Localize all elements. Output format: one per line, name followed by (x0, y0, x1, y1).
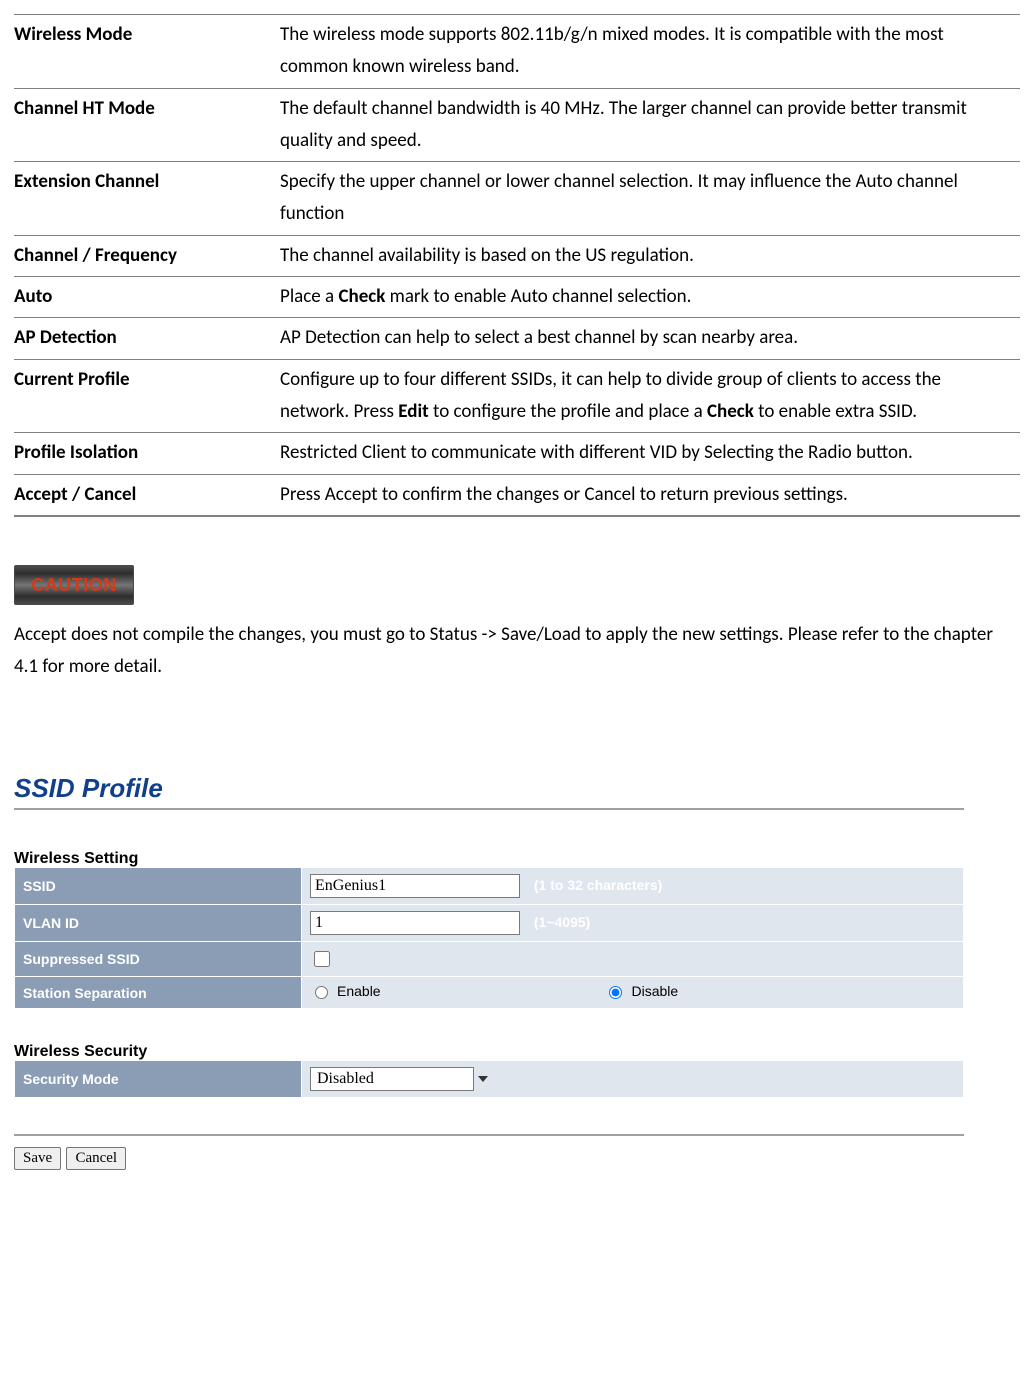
definition-description: Configure up to four different SSIDs, it… (280, 359, 1020, 433)
row-security-mode: Security Mode Disabled (15, 1061, 964, 1098)
suppressed-ssid-checkbox[interactable] (314, 951, 330, 967)
ssid-profile-panel: SSID Profile Wireless Setting SSID (1 to… (14, 773, 964, 1170)
row-ssid: SSID (1 to 32 characters) (15, 868, 964, 905)
caution-block: CAUTION Accept does not compile the chan… (14, 565, 1020, 684)
label-security-mode: Security Mode (15, 1061, 302, 1098)
row-station-separation: Station Separation Enable Disable (15, 977, 964, 1009)
ssid-input[interactable] (310, 874, 520, 898)
definition-description: AP Detection can help to select a best c… (280, 318, 1020, 359)
station-separation-disable-label: Disable (631, 983, 678, 999)
table-row: AP DetectionAP Detection can help to sel… (14, 318, 1020, 359)
row-suppressed-ssid: Suppressed SSID (15, 942, 964, 977)
bottom-divider (14, 1134, 964, 1136)
definition-label: Wireless Mode (14, 15, 280, 89)
save-button[interactable]: Save (14, 1147, 61, 1170)
definition-label: AP Detection (14, 318, 280, 359)
hint-vlan: (1~4095) (534, 914, 590, 930)
table-row: Wireless ModeThe wireless mode supports … (14, 15, 1020, 89)
wireless-setting-table: SSID (1 to 32 characters) VLAN ID (1~409… (14, 867, 964, 1009)
table-row: Accept / CancelPress Accept to confirm t… (14, 474, 1020, 516)
definition-label: Profile Isolation (14, 433, 280, 474)
row-vlan-id: VLAN ID (1~4095) (15, 905, 964, 942)
cancel-button[interactable]: Cancel (66, 1147, 126, 1170)
label-vlan-id: VLAN ID (15, 905, 302, 942)
definition-description: Restricted Client to communicate with di… (280, 433, 1020, 474)
definition-label: Channel HT Mode (14, 88, 280, 162)
table-row: Extension ChannelSpecify the upper chann… (14, 162, 1020, 236)
definition-label: Current Profile (14, 359, 280, 433)
label-ssid: SSID (15, 868, 302, 905)
wireless-security-table: Security Mode Disabled (14, 1060, 964, 1098)
definition-description: The wireless mode supports 802.11b/g/n m… (280, 15, 1020, 89)
hint-ssid: (1 to 32 characters) (534, 877, 662, 893)
caution-text: Accept does not compile the changes, you… (14, 619, 1020, 684)
table-row: Channel HT ModeThe default channel bandw… (14, 88, 1020, 162)
table-row: Channel / FrequencyThe channel availabil… (14, 235, 1020, 276)
station-separation-enable-radio[interactable] (315, 986, 328, 999)
title-divider (14, 808, 964, 810)
caution-badge: CAUTION (14, 565, 134, 605)
definition-description: Press Accept to confirm the changes or C… (280, 474, 1020, 516)
chevron-down-icon (474, 1068, 492, 1090)
section-heading-wireless-setting: Wireless Setting (14, 850, 964, 868)
definition-label: Extension Channel (14, 162, 280, 236)
table-row: Profile IsolationRestricted Client to co… (14, 433, 1020, 474)
definition-description: The channel availability is based on the… (280, 235, 1020, 276)
definition-description: Place a Check mark to enable Auto channe… (280, 277, 1020, 318)
definition-description: The default channel bandwidth is 40 MHz.… (280, 88, 1020, 162)
label-suppressed-ssid: Suppressed SSID (15, 942, 302, 977)
station-separation-enable-label: Enable (337, 983, 381, 999)
security-mode-value: Disabled (310, 1067, 474, 1091)
table-row: Current ProfileConfigure up to four diff… (14, 359, 1020, 433)
security-mode-select[interactable]: Disabled (310, 1067, 492, 1091)
definition-label: Accept / Cancel (14, 474, 280, 516)
definition-label: Channel / Frequency (14, 235, 280, 276)
table-row: AutoPlace a Check mark to enable Auto ch… (14, 277, 1020, 318)
station-separation-disable-radio[interactable] (609, 986, 622, 999)
page-title: SSID Profile (14, 773, 964, 804)
section-heading-wireless-security: Wireless Security (14, 1043, 964, 1061)
vlan-id-input[interactable] (310, 911, 520, 935)
label-station-separation: Station Separation (15, 977, 302, 1009)
definition-label: Auto (14, 277, 280, 318)
definitions-table: Wireless ModeThe wireless mode supports … (14, 14, 1020, 517)
definition-description: Specify the upper channel or lower chann… (280, 162, 1020, 236)
